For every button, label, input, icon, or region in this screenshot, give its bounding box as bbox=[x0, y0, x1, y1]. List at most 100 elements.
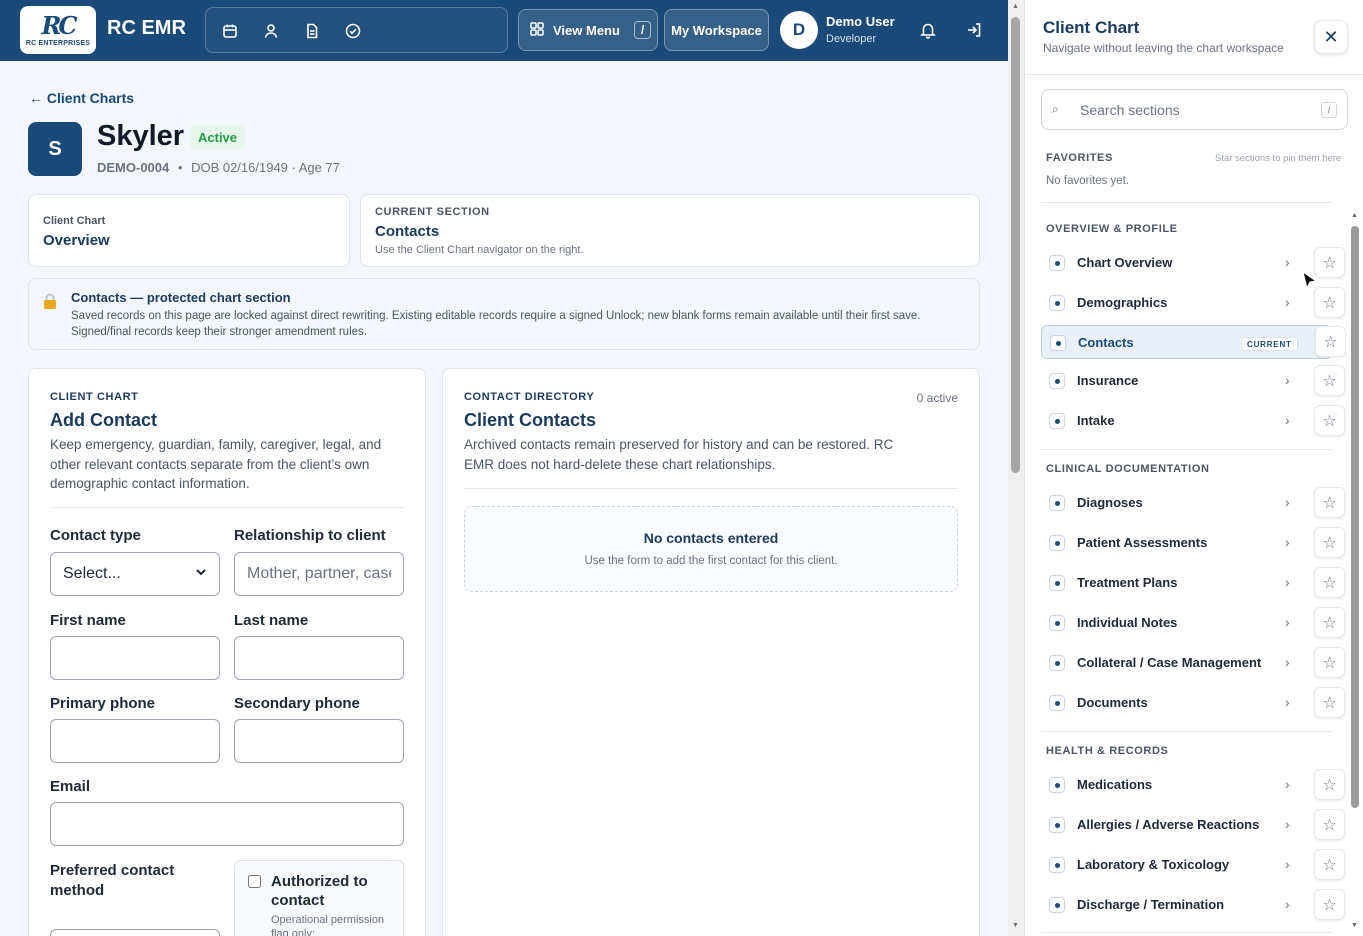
star-icon[interactable]: ☆ bbox=[1314, 567, 1345, 598]
navigator-scrollbar[interactable]: ▲ ▼ bbox=[1348, 210, 1362, 936]
nav-item-label: Diagnoses bbox=[1077, 495, 1143, 510]
group-label-overview-profile: OVERVIEW & PROFILE bbox=[1046, 223, 1178, 235]
nav-item-discharge-termination[interactable]: Discharge / Termination › ☆ bbox=[1041, 888, 1345, 922]
relationship-input[interactable] bbox=[234, 552, 404, 596]
preferred-method-select[interactable] bbox=[50, 929, 220, 936]
primary-phone-label: Primary phone bbox=[50, 695, 156, 712]
empty-contacts-state: No contacts entered Use the form to add … bbox=[464, 506, 958, 592]
star-icon[interactable]: ☆ bbox=[1314, 607, 1345, 638]
client-chart-navigator: Client Chart Navigate without leaving th… bbox=[1024, 0, 1363, 936]
main-scrollbar-thumb[interactable] bbox=[1011, 17, 1020, 473]
app-logo[interactable]: RC RC ENTERPRISES bbox=[20, 6, 96, 54]
star-icon[interactable]: ☆ bbox=[1315, 326, 1346, 357]
star-icon[interactable]: ☆ bbox=[1314, 769, 1345, 800]
calendar-icon[interactable] bbox=[221, 22, 239, 40]
authorized-contact-box: Authorized to contact Operational permis… bbox=[234, 860, 404, 936]
view-menu-button[interactable]: View Menu / bbox=[518, 9, 658, 51]
star-icon[interactable]: ☆ bbox=[1314, 247, 1345, 278]
star-icon[interactable]: ☆ bbox=[1314, 527, 1345, 558]
nav-item-collateral-case-management[interactable]: Collateral / Case Management › ☆ bbox=[1041, 646, 1345, 680]
section-dot-icon bbox=[1049, 655, 1065, 671]
chevron-right-icon: › bbox=[1285, 294, 1290, 310]
bell-icon[interactable] bbox=[919, 21, 937, 39]
directory-title: Client Contacts bbox=[464, 410, 597, 430]
section-dot-icon bbox=[1049, 495, 1065, 511]
add-contact-title: Add Contact bbox=[50, 410, 157, 430]
nav-item-medications[interactable]: Medications › ☆ bbox=[1041, 768, 1345, 802]
scroll-down-arrow-icon[interactable]: ▼ bbox=[1351, 922, 1358, 929]
protected-notice-text: Saved records on this page are locked ag… bbox=[71, 310, 921, 338]
nav-item-allergies[interactable]: Allergies / Adverse Reactions › ☆ bbox=[1041, 808, 1345, 842]
star-icon[interactable]: ☆ bbox=[1314, 809, 1345, 840]
navigator-scrollbar-thumb[interactable] bbox=[1351, 226, 1359, 808]
email-input[interactable] bbox=[50, 802, 404, 846]
nav-item-patient-assessments[interactable]: Patient Assessments › ☆ bbox=[1041, 526, 1345, 560]
user-role: Developer bbox=[826, 33, 877, 45]
star-icon[interactable]: ☆ bbox=[1314, 287, 1345, 318]
favorites-divider bbox=[1041, 202, 1332, 203]
lock-icon bbox=[43, 293, 57, 313]
nav-item-label: Discharge / Termination bbox=[1077, 897, 1225, 912]
secondary-phone-input[interactable] bbox=[234, 719, 404, 763]
first-name-input[interactable] bbox=[50, 636, 220, 680]
star-icon[interactable]: ☆ bbox=[1314, 365, 1345, 396]
nav-item-treatment-plans[interactable]: Treatment Plans › ☆ bbox=[1041, 566, 1345, 600]
group-divider bbox=[1041, 449, 1332, 450]
search-sections-input[interactable]: ⌕ Search sections / bbox=[1041, 89, 1348, 130]
nav-item-label: Patient Assessments bbox=[1077, 535, 1208, 550]
user-avatar[interactable]: D bbox=[780, 11, 818, 49]
contact-type-select[interactable]: Select... bbox=[50, 552, 220, 596]
meta-separator: • bbox=[177, 160, 183, 175]
nav-item-contacts[interactable]: Contacts CURRENT ☆ bbox=[1041, 325, 1346, 359]
person-icon[interactable] bbox=[262, 22, 280, 40]
nav-item-documents[interactable]: Documents › ☆ bbox=[1041, 686, 1345, 720]
check-circle-icon[interactable] bbox=[344, 22, 362, 40]
authorized-contact-checkbox[interactable] bbox=[248, 875, 261, 888]
primary-phone-input[interactable] bbox=[50, 719, 220, 763]
document-icon[interactable] bbox=[303, 22, 321, 40]
client-chart-card[interactable]: Client Chart Overview bbox=[28, 194, 350, 267]
navigator-title: Client Chart bbox=[1043, 18, 1140, 37]
nav-item-demographics[interactable]: Demographics › ☆ bbox=[1041, 286, 1345, 320]
logout-icon[interactable] bbox=[965, 21, 983, 39]
star-icon[interactable]: ☆ bbox=[1314, 405, 1345, 436]
star-icon[interactable]: ☆ bbox=[1314, 647, 1345, 678]
navigator-header-divider bbox=[1025, 74, 1363, 75]
star-icon[interactable]: ☆ bbox=[1314, 889, 1345, 920]
chevron-right-icon: › bbox=[1285, 856, 1290, 872]
main-scrollbar[interactable]: ▲ ▼ bbox=[1008, 0, 1024, 936]
client-avatar: S bbox=[28, 122, 82, 176]
nav-item-chart-overview[interactable]: Chart Overview › ☆ bbox=[1041, 246, 1345, 280]
chevron-down-icon bbox=[195, 565, 207, 583]
back-to-client-charts-link[interactable]: ← Client Charts bbox=[29, 90, 134, 106]
section-dot-icon bbox=[1049, 535, 1065, 551]
directory-description: Archived contacts remain preserved for h… bbox=[464, 437, 894, 472]
section-dot-icon bbox=[1049, 817, 1065, 833]
nav-item-label: Allergies / Adverse Reactions bbox=[1077, 817, 1260, 832]
my-workspace-button[interactable]: My Workspace bbox=[664, 9, 769, 51]
authorized-contact-hint: Operational permission flag only; bbox=[271, 914, 385, 936]
nav-item-diagnoses[interactable]: Diagnoses › ☆ bbox=[1041, 486, 1345, 520]
nav-item-label: Laboratory & Toxicology bbox=[1077, 857, 1230, 872]
search-placeholder: Search sections bbox=[1080, 102, 1180, 118]
close-navigator-button[interactable]: ✕ bbox=[1314, 20, 1348, 54]
close-icon: ✕ bbox=[1323, 26, 1339, 47]
scroll-up-arrow-icon[interactable]: ▲ bbox=[1351, 212, 1358, 219]
star-icon[interactable]: ☆ bbox=[1314, 849, 1345, 880]
scroll-up-arrow-icon[interactable]: ▲ bbox=[1012, 3, 1019, 10]
mouse-cursor-icon bbox=[1302, 270, 1318, 291]
star-icon[interactable]: ☆ bbox=[1314, 687, 1345, 718]
nav-item-individual-notes[interactable]: Individual Notes › ☆ bbox=[1041, 606, 1345, 640]
nav-item-label: Individual Notes bbox=[1077, 615, 1178, 630]
nav-item-insurance[interactable]: Insurance › ☆ bbox=[1041, 364, 1345, 398]
scroll-down-arrow-icon[interactable]: ▼ bbox=[1012, 922, 1019, 929]
nav-item-intake[interactable]: Intake › ☆ bbox=[1041, 404, 1345, 438]
star-icon[interactable]: ☆ bbox=[1314, 487, 1345, 518]
chevron-right-icon: › bbox=[1285, 654, 1290, 670]
chevron-right-icon: › bbox=[1285, 614, 1290, 630]
client-id: DEMO-0004 bbox=[97, 160, 170, 175]
app-title: RC EMR bbox=[107, 17, 186, 39]
nav-item-laboratory-toxicology[interactable]: Laboratory & Toxicology › ☆ bbox=[1041, 848, 1345, 882]
last-name-input[interactable] bbox=[234, 636, 404, 680]
group-label-health-records: HEALTH & RECORDS bbox=[1046, 745, 1169, 757]
